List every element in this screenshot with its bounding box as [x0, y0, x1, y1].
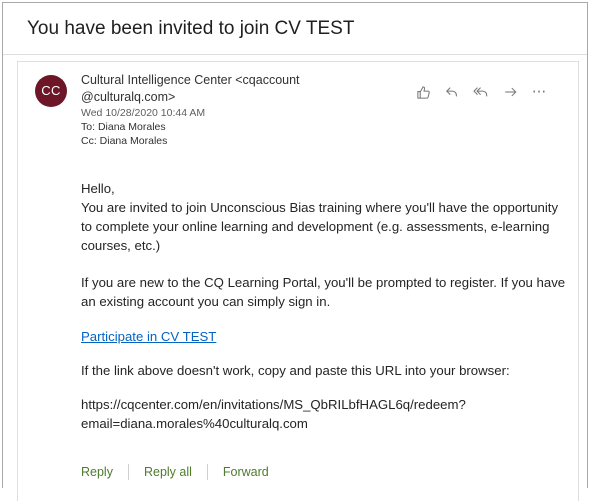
- footer-forward-button[interactable]: Forward: [223, 465, 269, 479]
- message-actions: ···: [410, 82, 555, 102]
- reply-all-icon: [473, 87, 488, 97]
- email-subject: You have been invited to join CV TEST: [27, 18, 355, 39]
- sender-line-2: @culturalq.com>: [81, 90, 176, 104]
- to-label: To:: [81, 121, 96, 133]
- sent-date: Wed 10/28/2020 10:44 AM: [81, 107, 206, 119]
- greeting-text: Hello,: [81, 181, 115, 196]
- subject-bar: You have been invited to join CV TEST: [3, 3, 587, 55]
- footer-reply-all-button[interactable]: Reply all: [144, 465, 192, 479]
- to-value[interactable]: Diana Morales: [98, 121, 166, 133]
- invite-paragraph: You are invited to join Unconscious Bias…: [81, 200, 559, 253]
- sender-name[interactable]: Cultural Intelligence Center <cqaccount …: [81, 72, 381, 106]
- reply-all-button[interactable]: [468, 82, 494, 102]
- participate-link[interactable]: Participate in CV TEST: [81, 329, 216, 344]
- invitation-url[interactable]: https://cqcenter.com/en/invitations/MS_Q…: [81, 395, 566, 433]
- url-line-1: https://cqcenter.com/en/invitations/MS_Q…: [81, 397, 466, 412]
- reading-pane: You have been invited to join CV TEST CC…: [2, 2, 588, 501]
- footer-divider: [206, 464, 208, 480]
- to-recipients: To: Diana Morales: [81, 121, 166, 133]
- footer-reply-button[interactable]: Reply: [81, 465, 113, 479]
- reply-icon: [446, 87, 457, 97]
- like-button[interactable]: [410, 82, 436, 102]
- forward-arrow-icon: [504, 87, 516, 97]
- message-card: CC Cultural Intelligence Center <cqaccou…: [17, 61, 579, 501]
- cc-label: Cc:: [81, 135, 97, 147]
- footer-divider: [127, 464, 129, 480]
- cc-recipients: Cc: Diana Morales: [81, 135, 167, 147]
- quick-reply-bar: Reply Reply all Forward: [81, 464, 269, 480]
- new-user-paragraph: If you are new to the CQ Learning Portal…: [81, 275, 566, 309]
- forward-button[interactable]: [497, 82, 523, 102]
- thumbs-up-icon: [416, 85, 430, 99]
- more-options-button[interactable]: ···: [526, 82, 552, 102]
- sender-line-1: Cultural Intelligence Center <cqaccount: [81, 73, 300, 87]
- url-line-2: email=diana.morales%40culturalq.com: [81, 416, 308, 431]
- participate-link-paragraph: Participate in CV TEST: [81, 327, 216, 346]
- cc-value[interactable]: Diana Morales: [100, 135, 168, 147]
- copy-url-instruction: If the link above doesn't work, copy and…: [81, 363, 510, 378]
- reply-button[interactable]: [439, 82, 465, 102]
- sender-avatar[interactable]: CC: [35, 75, 67, 107]
